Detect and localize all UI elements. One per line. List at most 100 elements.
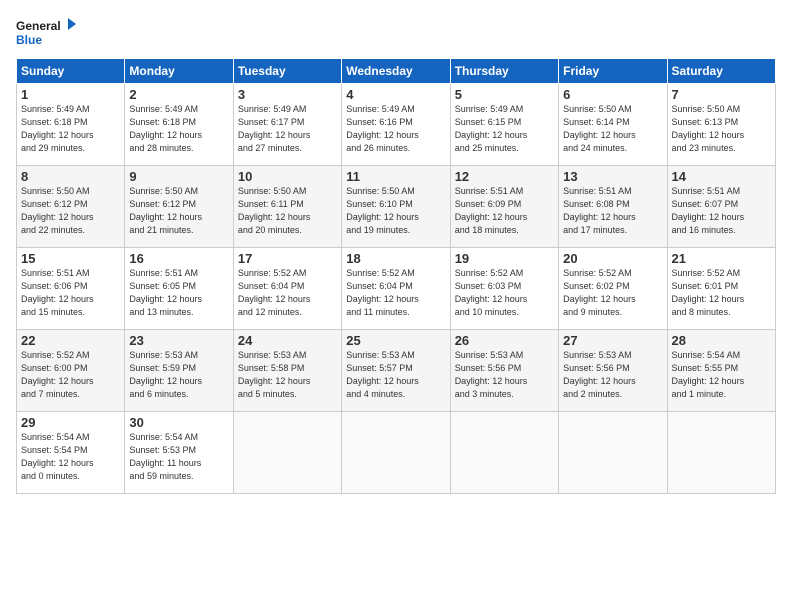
calendar-cell	[233, 412, 341, 494]
calendar-cell	[450, 412, 558, 494]
day-number: 11	[346, 169, 445, 184]
calendar-cell: 12Sunrise: 5:51 AM Sunset: 6:09 PM Dayli…	[450, 166, 558, 248]
day-number: 1	[21, 87, 120, 102]
day-info: Sunrise: 5:51 AM Sunset: 6:08 PM Dayligh…	[563, 185, 662, 237]
day-number: 18	[346, 251, 445, 266]
calendar-table: SundayMondayTuesdayWednesdayThursdayFrid…	[16, 58, 776, 494]
day-info: Sunrise: 5:52 AM Sunset: 6:04 PM Dayligh…	[238, 267, 337, 319]
week-row-3: 15Sunrise: 5:51 AM Sunset: 6:06 PM Dayli…	[17, 248, 776, 330]
day-number: 21	[672, 251, 771, 266]
day-number: 20	[563, 251, 662, 266]
day-info: Sunrise: 5:51 AM Sunset: 6:06 PM Dayligh…	[21, 267, 120, 319]
calendar-body: 1Sunrise: 5:49 AM Sunset: 6:18 PM Daylig…	[17, 84, 776, 494]
calendar-cell: 21Sunrise: 5:52 AM Sunset: 6:01 PM Dayli…	[667, 248, 775, 330]
calendar-cell: 1Sunrise: 5:49 AM Sunset: 6:18 PM Daylig…	[17, 84, 125, 166]
calendar-cell: 7Sunrise: 5:50 AM Sunset: 6:13 PM Daylig…	[667, 84, 775, 166]
calendar-cell: 11Sunrise: 5:50 AM Sunset: 6:10 PM Dayli…	[342, 166, 450, 248]
day-info: Sunrise: 5:50 AM Sunset: 6:14 PM Dayligh…	[563, 103, 662, 155]
calendar-cell: 27Sunrise: 5:53 AM Sunset: 5:56 PM Dayli…	[559, 330, 667, 412]
day-info: Sunrise: 5:51 AM Sunset: 6:09 PM Dayligh…	[455, 185, 554, 237]
calendar-cell: 23Sunrise: 5:53 AM Sunset: 5:59 PM Dayli…	[125, 330, 233, 412]
calendar-cell	[342, 412, 450, 494]
day-number: 26	[455, 333, 554, 348]
day-number: 9	[129, 169, 228, 184]
calendar-cell: 17Sunrise: 5:52 AM Sunset: 6:04 PM Dayli…	[233, 248, 341, 330]
day-number: 2	[129, 87, 228, 102]
calendar-cell: 9Sunrise: 5:50 AM Sunset: 6:12 PM Daylig…	[125, 166, 233, 248]
week-row-1: 1Sunrise: 5:49 AM Sunset: 6:18 PM Daylig…	[17, 84, 776, 166]
day-number: 23	[129, 333, 228, 348]
day-info: Sunrise: 5:54 AM Sunset: 5:55 PM Dayligh…	[672, 349, 771, 401]
calendar-cell: 4Sunrise: 5:49 AM Sunset: 6:16 PM Daylig…	[342, 84, 450, 166]
calendar-cell: 13Sunrise: 5:51 AM Sunset: 6:08 PM Dayli…	[559, 166, 667, 248]
day-info: Sunrise: 5:52 AM Sunset: 6:03 PM Dayligh…	[455, 267, 554, 319]
day-number: 25	[346, 333, 445, 348]
day-number: 30	[129, 415, 228, 430]
day-info: Sunrise: 5:50 AM Sunset: 6:11 PM Dayligh…	[238, 185, 337, 237]
day-info: Sunrise: 5:49 AM Sunset: 6:17 PM Dayligh…	[238, 103, 337, 155]
day-info: Sunrise: 5:52 AM Sunset: 6:00 PM Dayligh…	[21, 349, 120, 401]
calendar-cell	[559, 412, 667, 494]
day-info: Sunrise: 5:53 AM Sunset: 5:57 PM Dayligh…	[346, 349, 445, 401]
day-number: 24	[238, 333, 337, 348]
col-header-tuesday: Tuesday	[233, 59, 341, 84]
col-header-thursday: Thursday	[450, 59, 558, 84]
day-info: Sunrise: 5:53 AM Sunset: 5:59 PM Dayligh…	[129, 349, 228, 401]
col-header-sunday: Sunday	[17, 59, 125, 84]
svg-text:General: General	[16, 19, 61, 33]
calendar-cell: 6Sunrise: 5:50 AM Sunset: 6:14 PM Daylig…	[559, 84, 667, 166]
svg-text:Blue: Blue	[16, 33, 42, 47]
calendar-cell: 8Sunrise: 5:50 AM Sunset: 6:12 PM Daylig…	[17, 166, 125, 248]
day-info: Sunrise: 5:53 AM Sunset: 5:56 PM Dayligh…	[455, 349, 554, 401]
day-info: Sunrise: 5:49 AM Sunset: 6:18 PM Dayligh…	[129, 103, 228, 155]
calendar-cell: 20Sunrise: 5:52 AM Sunset: 6:02 PM Dayli…	[559, 248, 667, 330]
day-info: Sunrise: 5:50 AM Sunset: 6:13 PM Dayligh…	[672, 103, 771, 155]
day-number: 4	[346, 87, 445, 102]
logo: General Blue	[16, 16, 76, 48]
day-number: 14	[672, 169, 771, 184]
day-number: 15	[21, 251, 120, 266]
header: General Blue	[16, 16, 776, 48]
calendar-cell	[667, 412, 775, 494]
day-info: Sunrise: 5:52 AM Sunset: 6:01 PM Dayligh…	[672, 267, 771, 319]
logo-svg: General Blue	[16, 16, 76, 48]
day-info: Sunrise: 5:50 AM Sunset: 6:12 PM Dayligh…	[21, 185, 120, 237]
day-info: Sunrise: 5:52 AM Sunset: 6:04 PM Dayligh…	[346, 267, 445, 319]
calendar-cell: 29Sunrise: 5:54 AM Sunset: 5:54 PM Dayli…	[17, 412, 125, 494]
day-info: Sunrise: 5:51 AM Sunset: 6:05 PM Dayligh…	[129, 267, 228, 319]
day-info: Sunrise: 5:49 AM Sunset: 6:18 PM Dayligh…	[21, 103, 120, 155]
day-info: Sunrise: 5:54 AM Sunset: 5:53 PM Dayligh…	[129, 431, 228, 483]
day-number: 3	[238, 87, 337, 102]
calendar-cell: 26Sunrise: 5:53 AM Sunset: 5:56 PM Dayli…	[450, 330, 558, 412]
calendar-cell: 14Sunrise: 5:51 AM Sunset: 6:07 PM Dayli…	[667, 166, 775, 248]
calendar-cell: 5Sunrise: 5:49 AM Sunset: 6:15 PM Daylig…	[450, 84, 558, 166]
calendar-cell: 18Sunrise: 5:52 AM Sunset: 6:04 PM Dayli…	[342, 248, 450, 330]
week-row-5: 29Sunrise: 5:54 AM Sunset: 5:54 PM Dayli…	[17, 412, 776, 494]
col-header-friday: Friday	[559, 59, 667, 84]
week-row-4: 22Sunrise: 5:52 AM Sunset: 6:00 PM Dayli…	[17, 330, 776, 412]
day-number: 16	[129, 251, 228, 266]
day-info: Sunrise: 5:54 AM Sunset: 5:54 PM Dayligh…	[21, 431, 120, 483]
day-number: 27	[563, 333, 662, 348]
day-number: 6	[563, 87, 662, 102]
col-header-monday: Monday	[125, 59, 233, 84]
calendar-cell: 24Sunrise: 5:53 AM Sunset: 5:58 PM Dayli…	[233, 330, 341, 412]
day-info: Sunrise: 5:53 AM Sunset: 5:56 PM Dayligh…	[563, 349, 662, 401]
calendar-cell: 3Sunrise: 5:49 AM Sunset: 6:17 PM Daylig…	[233, 84, 341, 166]
day-info: Sunrise: 5:51 AM Sunset: 6:07 PM Dayligh…	[672, 185, 771, 237]
day-info: Sunrise: 5:50 AM Sunset: 6:10 PM Dayligh…	[346, 185, 445, 237]
calendar-cell: 19Sunrise: 5:52 AM Sunset: 6:03 PM Dayli…	[450, 248, 558, 330]
day-number: 19	[455, 251, 554, 266]
days-of-week-row: SundayMondayTuesdayWednesdayThursdayFrid…	[17, 59, 776, 84]
day-number: 7	[672, 87, 771, 102]
day-number: 10	[238, 169, 337, 184]
calendar-cell: 22Sunrise: 5:52 AM Sunset: 6:00 PM Dayli…	[17, 330, 125, 412]
day-info: Sunrise: 5:52 AM Sunset: 6:02 PM Dayligh…	[563, 267, 662, 319]
calendar-cell: 30Sunrise: 5:54 AM Sunset: 5:53 PM Dayli…	[125, 412, 233, 494]
day-number: 22	[21, 333, 120, 348]
day-number: 29	[21, 415, 120, 430]
day-info: Sunrise: 5:53 AM Sunset: 5:58 PM Dayligh…	[238, 349, 337, 401]
day-number: 5	[455, 87, 554, 102]
day-info: Sunrise: 5:49 AM Sunset: 6:15 PM Dayligh…	[455, 103, 554, 155]
day-info: Sunrise: 5:50 AM Sunset: 6:12 PM Dayligh…	[129, 185, 228, 237]
